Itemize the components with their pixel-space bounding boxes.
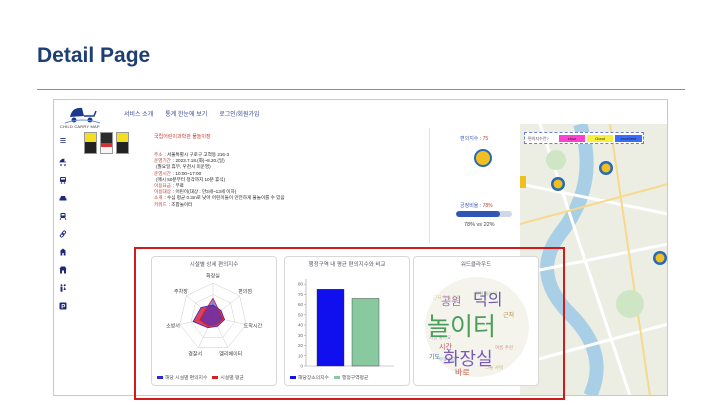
legend-title[interactable]: 편의지수란? [528,136,549,142]
place-thumbnails [84,132,129,154]
score-badge-icon [474,149,492,167]
y-tick-label: 30 [298,333,304,338]
radar-axis-label: 편의점 [238,288,252,295]
hamburger-icon[interactable]: ≡ [59,136,67,147]
positive-ratio-fill [456,211,500,217]
nav-login-signup[interactable]: 로그인/회원가입 [219,109,259,118]
cloud-word: 놀이터 [427,312,496,341]
legend-facility-average: 시설별 평균 [212,374,244,381]
wordcloud-title: 워드클라우드 [460,262,492,268]
bus-icon[interactable] [59,176,67,184]
y-tick-label: 0 [300,364,303,369]
radar-chart-title: 시설별 상세 편의지수 [189,262,239,268]
site-logo[interactable]: CHILD CARRY MAP [60,103,104,129]
stroller-icon[interactable] [59,158,67,166]
positive-ratio: 긍정비율 : 78% [460,203,493,209]
cloud-word: 공원 [441,295,461,308]
store-icon[interactable] [59,266,67,274]
thumbnail-image[interactable] [116,132,129,154]
ratio-compare: 78% vs 22% [464,222,495,228]
y-tick-label: 40 [298,323,304,328]
slide-title: Detail Page [37,44,151,67]
legend-this-place: 해당장소의지수 [290,374,329,381]
radar-chart-card: 시설별 상세 편의지수 화장실편의점도착시간엘리베이터 경찰서 소방서 주차장 해당 … [151,256,277,386]
cloud-word: 근처 [503,311,514,319]
legend-excellent: excellent [615,135,642,142]
stroller-logo-icon [64,107,101,124]
restroom-icon[interactable] [59,284,67,292]
cloud-word: 덕의 [473,290,502,309]
radar-axis-label: 화장실 [206,273,220,280]
radar-legend: 해당 시설별 편의지수 시설별 평균 [157,374,244,381]
y-tick-label: 60 [298,302,304,307]
y-tick-label: 10 [298,353,304,358]
bar-1[interactable] [351,298,380,367]
legend-soso: soso [559,135,585,142]
building-icon[interactable] [59,248,67,256]
bar-0[interactable] [316,289,345,367]
bar-chart: 0 10 20 30 40 50 60 70 80 [298,279,394,369]
top-nav: 서비스 소개 통계 한눈에 보기 로그인/회원가입 [124,109,260,118]
bar-legend: 해당장소의지수 행정구역평균 [290,374,368,381]
cloud-word: 기도 [429,353,441,361]
place-name: 국립어린이과학관 물놀이장 [154,134,211,140]
cloud-word: 바로 [455,367,470,377]
radar-axis-label: 소방서 [166,323,180,330]
legend-good: Good [587,135,613,142]
radar-axis-label: 도착시간 [244,323,263,330]
slide-divider [37,89,685,90]
score-panel: 편의지수 : 75 긍정비율 : 78% 78% vs 22% [430,128,520,243]
car-icon[interactable] [59,194,67,202]
positive-ratio-bar [456,211,512,217]
legend-district-average: 행정구역평균 [333,374,368,381]
map-legend: 편의지수란? soso Good excellent [524,132,644,144]
map-marker[interactable] [551,177,565,191]
convenience-score: 편의지수 : 75 [460,136,489,142]
place-details: 주소: 서울특별시 구로구 고척동 216-3 운영기간: 2023.7.18.… [154,152,285,208]
bar-chart-title: 행정구역 내 평균 편의지수와 비교 [308,262,386,268]
y-tick-label: 50 [298,312,304,317]
place-info-panel: 국립어린이과학관 물놀이장 주소: 서울특별시 구로구 고척동 216-3 운영… [80,128,430,243]
map-marker[interactable] [653,251,667,265]
thumbnail-image[interactable] [84,132,97,154]
radar-axis-label: 엘리베이터 [219,350,242,357]
detail-line: 키워드: 조합놀이터 [154,201,193,207]
radar-chart: 화장실편의점도착시간엘리베이터 경찰서 소방서 주차장 [166,273,263,358]
svg-text:P: P [61,304,65,310]
wordcloud-card: 워드클라우드 근처 가족 주차 아이 물놀이 시설 좋아요 여름 추천 무료 입… [413,256,539,386]
y-tick-label: 20 [298,343,304,348]
radar-axis-label: 주차장 [174,288,188,295]
train-icon[interactable] [59,212,67,220]
sidebar: ≡ P [54,134,73,384]
nav-statistics[interactable]: 통계 한눈에 보기 [165,109,207,118]
radar-axis-label: 경찰서 [188,350,202,357]
thumbnail-image[interactable] [100,132,113,154]
wordcloud: 근처 가족 주차 아이 물놀이 시설 좋아요 여름 추천 무료 입장 그늘 샤워… [425,277,529,377]
nav-service-intro[interactable]: 서비스 소개 [124,109,153,118]
map-marker[interactable] [599,161,613,175]
y-tick-label: 70 [298,292,304,297]
bar-chart-card: 행정구역 내 평균 편의지수와 비교 0 10 20 30 40 50 60 70 80 해당장… [284,256,410,386]
parking-icon[interactable]: P [59,302,67,310]
legend-facility-score: 해당 시설별 편의지수 [157,374,207,381]
svg-text:여름 추천: 여름 추천 [495,344,513,351]
y-tick-label: 80 [298,282,304,287]
cloud-word: 화장실 [443,349,493,370]
link-icon[interactable] [59,230,67,238]
